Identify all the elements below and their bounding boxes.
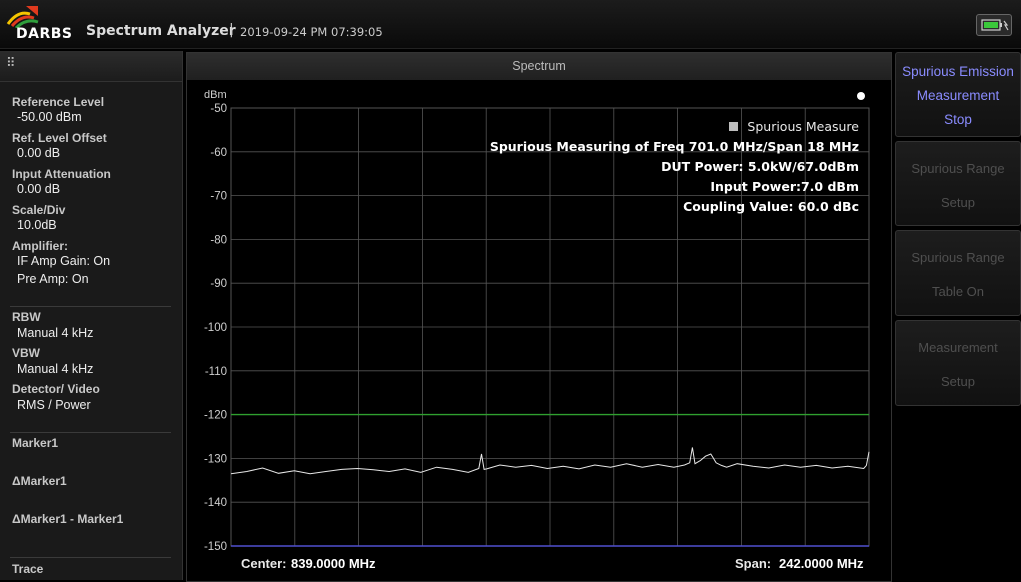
legend-label: Spurious Measure <box>747 119 859 134</box>
detector-video-label: Detector/ Video <box>12 382 100 396</box>
scale-div-value: 10.0dB <box>17 218 57 232</box>
delta-marker-difference-label: ΔMarker1 - Marker1 <box>12 512 124 526</box>
divider <box>10 306 171 307</box>
info-input-power-text: Input Power:7.0 dBm <box>710 179 859 194</box>
spurious-range-table-on-button[interactable]: Spurious Range Table On <box>895 230 1021 316</box>
y-tick-label: -100 <box>204 322 227 334</box>
y-tick-label: -70 <box>210 191 227 203</box>
y-tick-label: -110 <box>205 366 227 378</box>
input-attenuation-label: Input Attenuation <box>12 167 111 181</box>
y-unit-label: dBm <box>204 89 227 101</box>
y-tick-label: -150 <box>204 541 227 553</box>
logo-wave-icon <box>6 6 39 28</box>
scale-div-label: Scale/Div <box>12 203 66 217</box>
softkey-line: Measurement <box>916 88 1000 103</box>
ref-level-offset-label: Ref. Level Offset <box>12 131 107 145</box>
detector-video-value: RMS / Power <box>17 398 91 412</box>
brand-name: DARBS <box>16 26 73 42</box>
spurious-range-setup-button[interactable]: Spurious Range Setup <box>895 141 1021 226</box>
softkey-panel: Spurious Emission Measurement Stop Spuri… <box>893 52 1021 580</box>
softkey-line: Stop <box>944 112 972 127</box>
measurement-settings-panel: ⠿ Reference Level -50.00 dBm Ref. Level … <box>0 51 183 580</box>
y-tick-label: -120 <box>204 410 227 422</box>
divider <box>10 432 171 433</box>
spectrum-plot[interactable]: -50-60-70-80-90-100-110-120-130-140-150 … <box>187 53 891 581</box>
spurious-emission-measurement-stop-button[interactable]: Spurious Emission Measurement Stop <box>895 52 1021 137</box>
info-measuring-text: Spurious Measuring of Freq 701.0 MHz/Spa… <box>490 139 859 154</box>
y-tick-label: -130 <box>204 453 227 465</box>
measurement-setup-button[interactable]: Measurement Setup <box>895 320 1021 406</box>
y-tick-label: -140 <box>204 497 227 509</box>
rbw-label: RBW <box>12 310 41 324</box>
datetime: 2019-09-24 PM 07:39:05 <box>240 25 383 39</box>
softkey-line: Spurious Range <box>911 250 1005 265</box>
y-tick-label: -80 <box>210 234 227 246</box>
trace-label: Trace <box>12 562 44 576</box>
pre-amp-value: Pre Amp: On <box>17 272 89 286</box>
battery-charging-icon <box>976 14 1012 36</box>
divider <box>10 557 171 558</box>
input-attenuation-value: 0.00 dB <box>17 182 61 196</box>
y-tick-label: -90 <box>210 278 227 290</box>
if-amp-gain-value: IF Amp Gain: On <box>17 254 111 268</box>
vbw-label: VBW <box>12 346 40 360</box>
info-dut-power-text: DUT Power: 5.0kW/67.0dBm <box>661 159 859 174</box>
top-bar: DARBS Spectrum Analyzer | 2019-09-24 PM … <box>0 0 1021 49</box>
legend-swatch-icon <box>729 122 738 131</box>
app-title: Spectrum Analyzer <box>86 23 236 39</box>
reference-level-label: Reference Level <box>12 95 105 109</box>
reference-level-value: -50.00 dBm <box>17 110 82 124</box>
marker1-label: Marker1 <box>12 436 59 450</box>
delta-marker1-label: ΔMarker1 <box>12 474 67 488</box>
darbs-logo: DARBS <box>4 4 74 42</box>
drag-handle-icon[interactable]: ⠿ <box>6 57 16 70</box>
amplifier-label: Amplifier: <box>12 239 69 253</box>
softkey-line: Spurious Emission <box>902 64 1014 79</box>
y-tick-label: -60 <box>210 147 227 159</box>
status-indicator-dot <box>857 92 865 100</box>
info-coupling-text: Coupling Value: 60.0 dBc <box>683 199 859 214</box>
panel-header: ⠿ <box>0 51 182 82</box>
center-value: 839.0000 MHz <box>291 556 376 571</box>
vbw-value: Manual 4 kHz <box>17 362 94 376</box>
ref-level-offset-value: 0.00 dB <box>17 146 61 160</box>
spectrum-window: Spectrum -50 -60 -70 -80 -90 -100 -110 -120 -130… <box>186 52 892 582</box>
softkey-line: Spurious Range <box>911 161 1005 176</box>
softkey-line: Measurement <box>918 340 998 355</box>
center-label: Center: <box>241 556 287 571</box>
title-separator: | <box>229 22 234 38</box>
y-tick-label: -50 <box>210 103 227 115</box>
softkey-line: Setup <box>941 374 975 389</box>
softkey-line: Setup <box>941 195 975 210</box>
span-value: 242.0000 MHz <box>779 556 864 571</box>
softkey-line: Table On <box>931 284 985 299</box>
rbw-value: Manual 4 kHz <box>17 326 94 340</box>
span-label: Span: <box>735 556 771 571</box>
